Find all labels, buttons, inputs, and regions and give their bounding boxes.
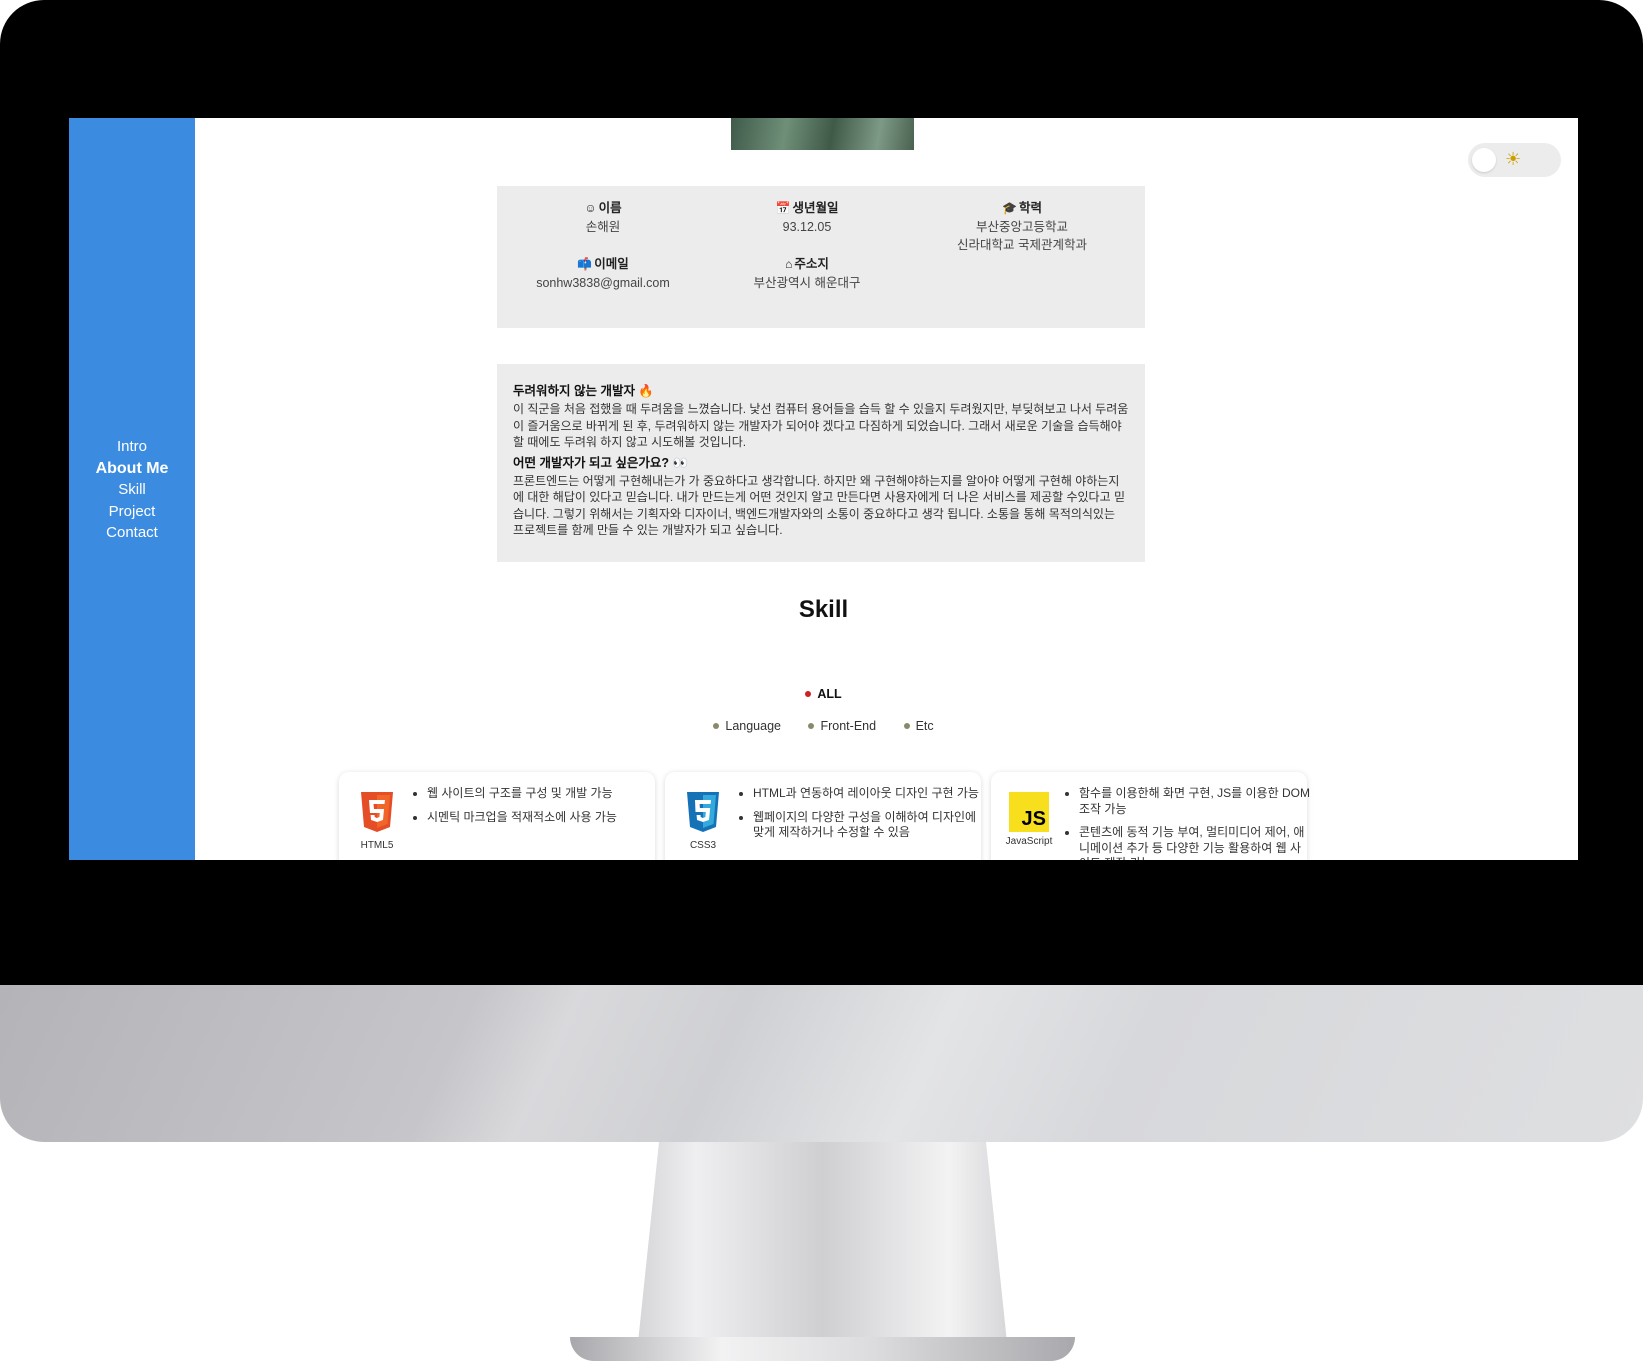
skill-card-html5[interactable]: HTML5 웹 사이트의 구조를 구성 및 개발 가능 시멘틱 마크업을 적재적…: [339, 772, 655, 860]
filter-all-label: ALL: [817, 687, 842, 701]
info-address: ⌂ 주소지 부산광역시 해운대구: [707, 254, 907, 292]
info-address-label: 주소지: [794, 257, 829, 271]
info-email: 📫 이메일 sonhw3838@gmail.com: [503, 254, 703, 292]
info-education-value-2: 신라대학교 국제관계학과: [957, 238, 1087, 252]
nav-item-skill[interactable]: Skill: [69, 479, 195, 501]
profile-info-card: ☺ 이름 손해원 📅 생년월일 93.12.05 🎓 학력 부산중앙고등학교 신라대학…: [497, 186, 1145, 328]
profile-photo: [731, 118, 914, 150]
monitor-stand: [637, 1142, 1008, 1352]
monitor-chin: [0, 985, 1643, 1142]
graduation-cap-icon: 🎓: [1002, 201, 1017, 215]
css3-logo-icon: [687, 792, 719, 832]
card-list: 함수를 이용한해 화면 구현, JS를 이용한 DOM 조작 가능 콘텐츠에 동…: [1065, 786, 1311, 860]
info-email-label: 이메일: [594, 257, 629, 271]
about-card: 두려워하지 않는 개발자 🔥 이 직군을 처음 접했을 때 두려움을 느꼈습니다…: [497, 364, 1145, 562]
monitor-stand-base: [570, 1337, 1075, 1361]
card-list: 웹 사이트의 구조를 구성 및 개발 가능 시멘틱 마크업을 적재적소에 사용 …: [413, 786, 659, 833]
list-item: 웹페이지의 다양한 구성을 이해하여 디자인에 맞게 제작하거나 수정할 수 있…: [753, 810, 985, 841]
filter-etc[interactable]: Etc: [903, 719, 934, 733]
list-item: 웹 사이트의 구조를 구성 및 개발 가능: [427, 786, 659, 802]
skill-section-title: Skill: [798, 596, 849, 623]
sun-icon: ☀: [1505, 149, 1522, 170]
filter-language[interactable]: Language: [713, 719, 781, 733]
skill-filters: Language Front-End Etc: [69, 719, 1578, 733]
filter-front-end[interactable]: Front-End: [808, 719, 876, 733]
info-education-value-1: 부산중앙고등학교: [975, 220, 1068, 234]
nav-item-intro[interactable]: Intro: [69, 436, 195, 458]
info-birth-label: 생년월일: [792, 201, 839, 215]
info-education-label: 학력: [1018, 201, 1042, 215]
list-item: 함수를 이용한해 화면 구현, JS를 이용한 DOM 조작 가능: [1079, 786, 1311, 817]
info-email-value[interactable]: sonhw3838@gmail.com: [503, 274, 703, 292]
info-name: ☺ 이름 손해원: [503, 198, 703, 236]
nav-item-project[interactable]: Project: [69, 501, 195, 523]
dot-icon: [808, 722, 815, 729]
theme-toggle[interactable]: ☀: [1468, 143, 1561, 177]
house-icon: ⌂: [785, 257, 793, 271]
card-name: CSS3: [689, 840, 717, 851]
card-name: HTML5: [360, 840, 394, 851]
info-name-label: 이름: [598, 201, 622, 215]
sidebar: Intro About Me Skill Project Contact: [69, 118, 195, 860]
active-dot-icon: [805, 690, 812, 697]
skill-card-css3[interactable]: CSS3 HTML과 연동하여 레이아웃 디자인 구현 가능 웹페이지의 다양한…: [665, 772, 981, 860]
info-name-value: 손해원: [585, 220, 621, 234]
info-education: 🎓 학력 부산중앙고등학교 신라대학교 국제관계학과: [927, 198, 1117, 254]
info-birth-value: 93.12.05: [782, 220, 832, 234]
about-text-1: 이 직군을 처음 접했을 때 두려움을 느꼈습니다. 낯선 컴퓨터 용어들을 습…: [513, 402, 1129, 449]
javascript-logo-icon: JS: [1009, 792, 1049, 832]
filter-all[interactable]: ALL: [69, 687, 1578, 701]
nav-item-contact[interactable]: Contact: [69, 522, 195, 544]
list-item: 콘텐츠에 동적 기능 부여, 멀티미디어 제어, 애니메이션 추가 등 다양한 …: [1079, 825, 1311, 860]
smile-icon: ☺: [584, 201, 597, 215]
screen: Intro About Me Skill Project Contact ☀ ☺…: [69, 118, 1578, 860]
html5-logo-icon: [361, 792, 393, 832]
dot-icon: [903, 722, 910, 729]
dot-icon: [713, 722, 720, 729]
calendar-icon: 📅: [775, 201, 791, 215]
card-name: JavaScript: [1005, 836, 1053, 847]
card-list: HTML과 연동하여 레이아웃 디자인 구현 가능 웹페이지의 다양한 구성을 …: [739, 786, 985, 849]
list-item: 시멘틱 마크업을 적재적소에 사용 가능: [427, 810, 659, 826]
toggle-knob[interactable]: [1472, 148, 1496, 172]
info-address-value: 부산광역시 해운대구: [753, 276, 861, 290]
nav-item-about-me[interactable]: About Me: [69, 458, 195, 480]
about-heading-1: 두려워하지 않는 개발자 🔥: [513, 384, 654, 398]
list-item: HTML과 연동하여 레이아웃 디자인 구현 가능: [753, 786, 985, 802]
skill-card-javascript[interactable]: JS JavaScript 함수를 이용한해 화면 구현, JS를 이용한 DO…: [991, 772, 1310, 860]
sidebar-nav: Intro About Me Skill Project Contact: [69, 436, 195, 544]
about-heading-2: 어떤 개발자가 되고 싶은가요? 👀: [513, 455, 689, 470]
info-birth: 📅 생년월일 93.12.05: [707, 198, 907, 236]
mailbox-icon: 📫: [577, 257, 593, 271]
about-text-2: 프론트엔드는 어떻게 구현해내는가 가 중요하다고 생각합니다. 하지만 왜 구…: [513, 473, 1126, 538]
